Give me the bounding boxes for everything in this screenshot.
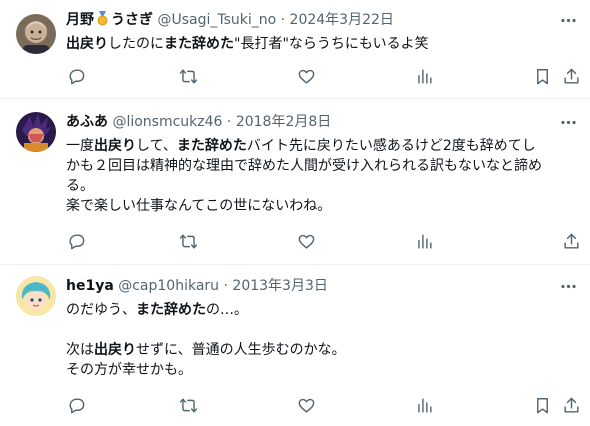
tweet[interactable]: he1ya @cap10hikaru · 2013年3月3日 のだゆう、また辞め…	[0, 265, 590, 426]
tweet-text: 出戻りしたのにまた辞めた"長打者"ならうちにもいるよ笑	[66, 34, 582, 54]
display-name[interactable]: うさぎ	[111, 12, 153, 28]
action-bar	[66, 231, 590, 253]
like-icon[interactable]	[296, 231, 316, 251]
highlight: また辞めた	[176, 138, 247, 154]
tweet-text: のだゆう、また辞めたの…。 次は出戻りせずに、普通の人生歩むのかな。 その方が幸…	[66, 300, 582, 380]
action-bar	[66, 66, 590, 88]
text-segment: バイト先に戻りたい感あるけど2度も辞めてし	[246, 138, 536, 154]
tweet[interactable]: 月野 うさぎ @Usagi_Tsuki_no · 2024年3月22日 出戻りした…	[0, 0, 590, 99]
more-icon[interactable]	[558, 10, 578, 30]
reply-icon[interactable]	[66, 395, 86, 415]
text-segment: して、	[136, 138, 177, 154]
avatar[interactable]	[16, 112, 56, 152]
text-segment: 次は	[66, 342, 94, 358]
text-line: 楽で楽しい仕事なんてこの世にないわね。	[66, 198, 332, 214]
avatar[interactable]	[16, 14, 56, 54]
highlight: 出戻り	[94, 138, 136, 154]
like-icon[interactable]	[296, 66, 316, 86]
avatar[interactable]	[16, 276, 56, 316]
medal-icon	[97, 11, 108, 26]
text-segment: せずに、普通の人生歩むのかな。	[136, 342, 346, 358]
views-icon[interactable]	[414, 395, 434, 415]
display-name[interactable]: あふあ	[66, 114, 108, 130]
like-icon[interactable]	[296, 395, 316, 415]
handle[interactable]: @Usagi_Tsuki_no	[157, 12, 276, 28]
text-segment: の…。	[206, 302, 248, 318]
more-icon[interactable]	[558, 276, 578, 296]
timestamp[interactable]: 2013年3月3日	[232, 278, 327, 294]
display-name[interactable]: 月野	[66, 12, 94, 28]
timestamp[interactable]: 2024年3月22日	[290, 12, 394, 28]
highlight: また辞めた	[164, 36, 234, 52]
share-icon[interactable]	[561, 66, 581, 86]
handle[interactable]: @lionsmcukz46	[112, 114, 222, 130]
share-icon[interactable]	[561, 395, 581, 415]
tweet[interactable]: あふあ @lionsmcukz46 · 2018年2月8日 一度出戻りして、また…	[0, 99, 590, 265]
separator: ·	[223, 278, 228, 294]
reply-icon[interactable]	[66, 66, 86, 86]
separator: ·	[226, 114, 232, 130]
text-segment: 一度	[66, 138, 94, 154]
bookmark-icon[interactable]	[532, 395, 552, 415]
text-line: かも２回目は精神的な理由で辞めた人間が受け入れられる訳もないなと諦め	[66, 158, 542, 174]
bookmark-icon[interactable]	[532, 66, 552, 86]
text-line: その方が幸せかも。	[66, 362, 192, 378]
text-segment: のだゆう、	[66, 302, 136, 318]
display-name[interactable]: he1ya	[66, 278, 114, 294]
tweet-text: 一度出戻りして、また辞めたバイト先に戻りたい感あるけど2度も辞めてし かも２回目…	[66, 136, 582, 216]
handle[interactable]: @cap10hikaru	[118, 278, 219, 294]
timestamp[interactable]: 2018年2月8日	[236, 114, 331, 130]
reply-icon[interactable]	[66, 231, 86, 251]
text-segment: "長打者"ならうちにもいるよ笑	[234, 36, 429, 52]
retweet-icon[interactable]	[178, 66, 198, 86]
separator: ·	[280, 12, 286, 28]
text-line: る。	[66, 178, 94, 194]
text-segment: したのに	[108, 36, 164, 52]
retweet-icon[interactable]	[178, 395, 198, 415]
views-icon[interactable]	[414, 66, 434, 86]
more-icon[interactable]	[558, 112, 578, 132]
highlight: 出戻り	[66, 36, 108, 52]
share-icon[interactable]	[561, 231, 581, 251]
highlight: 出戻り	[94, 342, 136, 358]
highlight: また辞めた	[136, 302, 206, 318]
views-icon[interactable]	[414, 231, 434, 251]
retweet-icon[interactable]	[178, 231, 198, 251]
action-bar	[66, 395, 590, 417]
